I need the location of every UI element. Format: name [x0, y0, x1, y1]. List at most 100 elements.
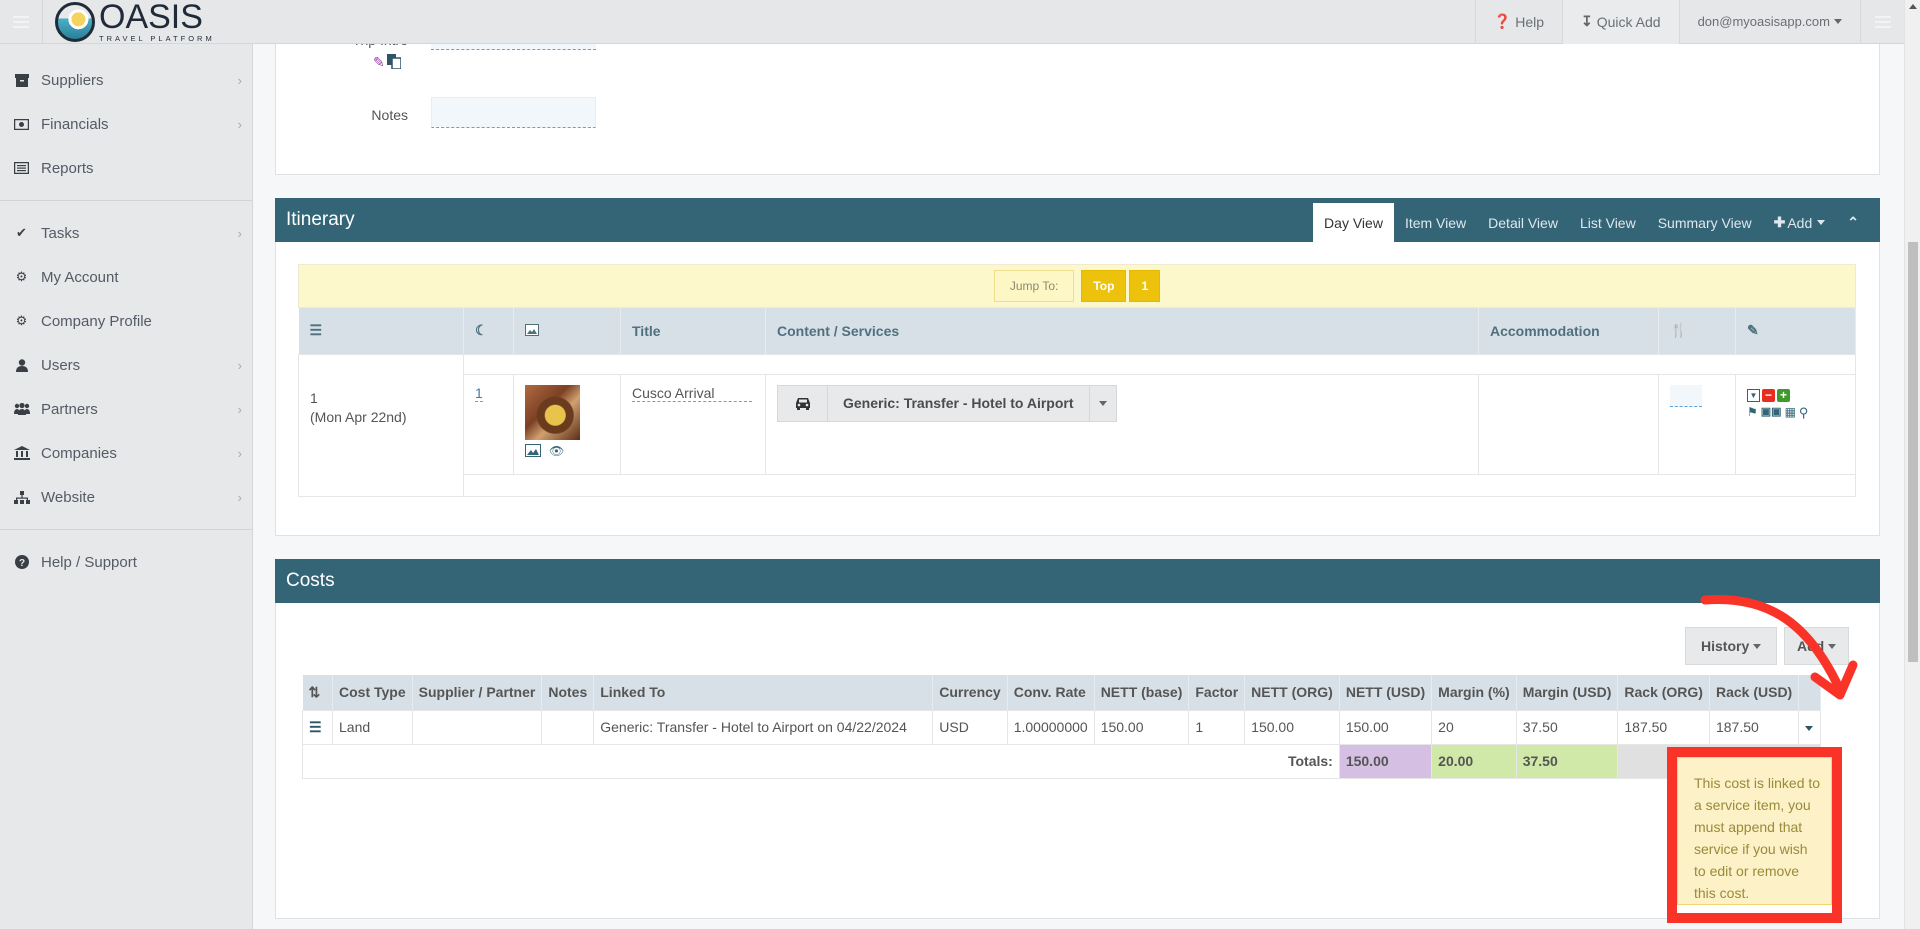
costs-title: Costs	[286, 570, 335, 591]
jump-top-button[interactable]: Top	[1081, 270, 1127, 302]
sidebar-divider	[0, 200, 252, 201]
nights-cell: 1	[463, 373, 514, 475]
eye-slash-icon[interactable]: 👁	[549, 444, 564, 458]
sidebar: Suppliers › Financials › Reports ✔ Tasks…	[0, 44, 253, 929]
trip-intro-field[interactable]	[431, 44, 596, 50]
money-icon	[13, 117, 30, 131]
add-cost-label: Add	[1797, 638, 1825, 654]
tab-summary-view[interactable]: Summary View	[1647, 203, 1763, 242]
column-header: Factor	[1188, 675, 1246, 710]
edit-icon[interactable]: ✎	[373, 54, 385, 72]
scroll-up-arrow-icon[interactable]	[1909, 4, 1917, 9]
totals-label: Totals:	[302, 743, 1340, 779]
annotation-highlight-box: This cost is linked to a service item, y…	[1667, 747, 1842, 923]
service-button[interactable]: Generic: Transfer - Hotel to Airport	[777, 384, 1117, 422]
sidebar-toggle-button[interactable]	[0, 0, 43, 44]
meals-cell	[1658, 373, 1736, 475]
tab-detail-view[interactable]: Detail View	[1477, 203, 1569, 242]
sidebar-item-users[interactable]: Users ›	[0, 343, 252, 387]
sidebar-item-reports[interactable]: Reports	[0, 146, 252, 190]
moon-icon: ☾	[475, 322, 488, 339]
add-icon[interactable]: +	[1777, 388, 1790, 402]
search-icon[interactable]: ⚲	[1799, 405, 1809, 421]
remove-icon[interactable]: −	[1762, 388, 1775, 402]
archive-icon	[13, 73, 30, 87]
vertical-scrollbar[interactable]	[1904, 0, 1920, 929]
bank-icon	[13, 446, 30, 460]
question-circle-icon: ?	[13, 555, 30, 569]
help-label: Help	[1515, 13, 1544, 30]
tab-list-view[interactable]: List View	[1569, 203, 1647, 242]
collapse-button[interactable]: ⌃	[1836, 203, 1870, 242]
sidebar-item-suppliers[interactable]: Suppliers ›	[0, 58, 252, 102]
sidebar-item-tasks[interactable]: ✔ Tasks ›	[0, 211, 252, 255]
tab-day-view[interactable]: Day View	[1313, 203, 1394, 242]
oasis-logo[interactable]: OASIS TRAVEL PLATFORM	[55, 0, 215, 43]
image-icon[interactable]	[525, 443, 541, 457]
day-date: (Mon Apr 22nd)	[310, 408, 407, 425]
total-nett-usd: 150.00	[1338, 743, 1433, 779]
cost-cell: 150.00	[1338, 709, 1433, 745]
collapse-toggle-icon[interactable]: ▼	[1747, 388, 1760, 402]
jump-to-label: Jump To:	[993, 270, 1075, 302]
chevron-right-icon: ›	[237, 116, 242, 132]
day-column-header[interactable]: ☰	[298, 308, 464, 354]
binoculars-icon[interactable]: ▣▣	[1761, 405, 1782, 421]
users-icon	[13, 402, 30, 416]
right-menu-toggle[interactable]	[1860, 0, 1904, 44]
nights-link[interactable]: 1	[475, 384, 483, 402]
sidebar-item-help-support[interactable]: ? Help / Support	[0, 540, 252, 584]
add-cost-dropdown-button[interactable]: Add	[1784, 627, 1850, 665]
sidebar-item-partners[interactable]: Partners ›	[0, 387, 252, 431]
sidebar-item-company-profile[interactable]: ⚙ Company Profile	[0, 299, 252, 343]
scrollbar-thumb[interactable]	[1908, 242, 1918, 662]
sidebar-item-companies[interactable]: Companies ›	[0, 431, 252, 475]
help-button[interactable]: ❓ Help	[1474, 0, 1562, 44]
sidebar-item-financials[interactable]: Financials ›	[0, 102, 252, 146]
sort-column-header[interactable]: ⇅	[302, 675, 333, 710]
meals-field[interactable]	[1670, 384, 1702, 407]
row-dropdown-cell[interactable]	[1798, 709, 1822, 745]
day-title-link[interactable]: Cusco Arrival	[632, 385, 752, 402]
cost-cell: 150.00	[1244, 709, 1340, 745]
sidebar-item-my-account[interactable]: ⚙ My Account	[0, 255, 252, 299]
quick-add-button[interactable]: ↧ Quick Add	[1562, 0, 1679, 44]
costs-table: ⇅ Cost Type Supplier / Partner Notes Lin…	[302, 675, 1822, 779]
car-icon	[778, 385, 828, 421]
jump-day-1-button[interactable]: 1	[1129, 270, 1161, 302]
column-header: Currency	[932, 675, 1008, 710]
cost-cell: 1	[1188, 709, 1246, 745]
total-margin-pct: 20.00	[1431, 743, 1517, 779]
calculator-icon[interactable]: ▦	[1785, 405, 1796, 421]
flag-icon[interactable]: ⚑	[1747, 405, 1758, 421]
cutlery-icon: 🍴	[1670, 322, 1688, 339]
add-dropdown-button[interactable]: ✚ Add	[1763, 203, 1837, 242]
row-menu-cell[interactable]: ☰	[302, 709, 333, 745]
copy-icon[interactable]	[386, 54, 402, 72]
linked-cost-tooltip: This cost is linked to a service item, y…	[1677, 757, 1832, 905]
svg-text:?: ?	[18, 558, 24, 569]
history-dropdown-button[interactable]: History	[1685, 627, 1778, 665]
sidebar-item-label: Users	[41, 356, 81, 374]
itinerary-day-row: 1 👁 Cusco Arrival Generic: Transfer - Ho…	[299, 373, 1856, 475]
tab-item-view[interactable]: Item View	[1394, 203, 1477, 242]
user-menu-button[interactable]: don@myoasisapp.com	[1678, 0, 1860, 44]
sidebar-item-label: Financials	[41, 115, 109, 133]
title-column-header: Title	[620, 308, 766, 354]
column-header: Rack (USD)	[1709, 675, 1800, 710]
notes-field[interactable]	[431, 97, 596, 128]
caret-down-icon	[1753, 643, 1762, 649]
column-header: Rack (ORG)	[1617, 675, 1710, 710]
sidebar-item-website[interactable]: Website ›	[0, 475, 252, 519]
cost-cell	[411, 709, 543, 745]
day-number: 1	[310, 389, 318, 406]
day-thumbnail[interactable]	[525, 384, 580, 440]
sidebar-item-label: Company Profile	[41, 312, 152, 330]
chevron-right-icon: ›	[237, 401, 242, 417]
logo-icon	[55, 1, 95, 42]
cost-cell: 150.00	[1093, 709, 1190, 745]
itinerary-view-tabs: Day View Item View Detail View List View…	[1313, 203, 1870, 242]
title-cell: Cusco Arrival	[620, 373, 766, 475]
service-dropdown-toggle[interactable]	[1088, 385, 1116, 421]
image-column-header	[513, 308, 621, 354]
